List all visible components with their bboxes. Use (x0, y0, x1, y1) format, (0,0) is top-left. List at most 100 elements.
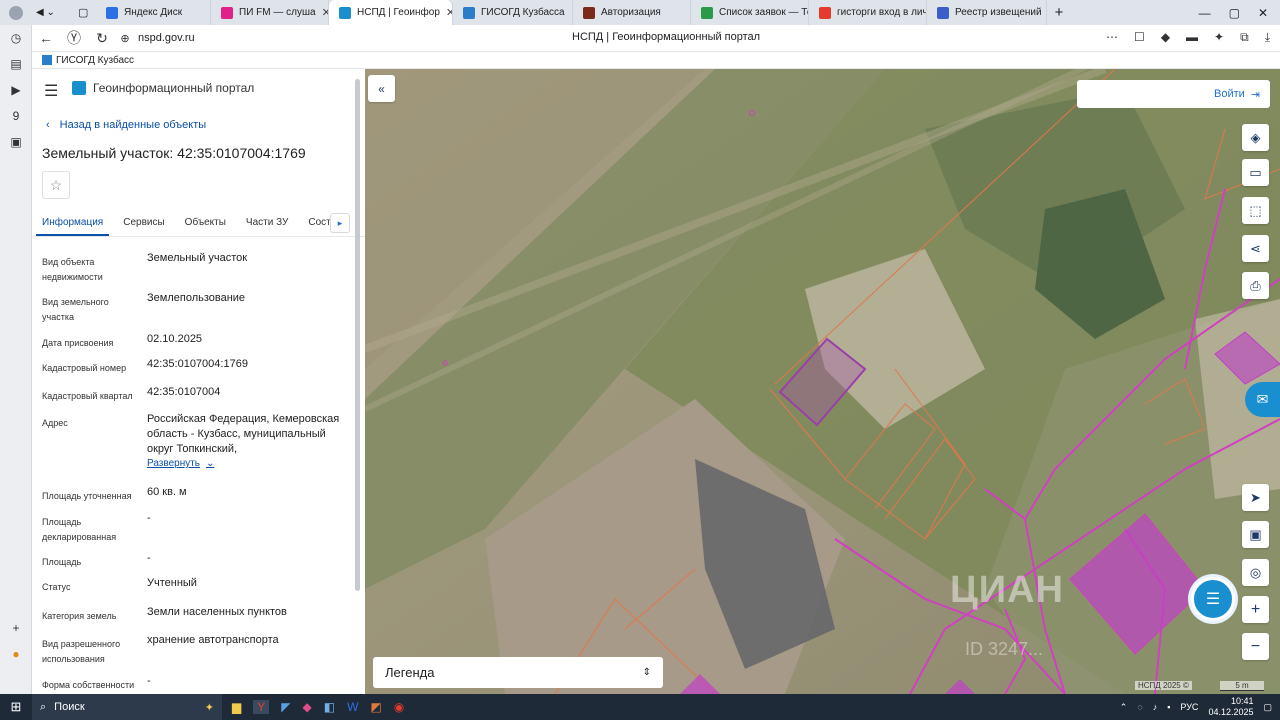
app-icon-5[interactable]: ◉ (394, 700, 404, 714)
attribute-label: Статус (42, 582, 71, 592)
reload-icon[interactable]: ↻ (88, 25, 116, 52)
url-field[interactable]: nspd.gov.ru (138, 32, 195, 44)
legend-dropdown[interactable]: Легенда ⇕ (373, 657, 663, 688)
map-scale: 5 m (1220, 681, 1264, 691)
tab-label: Список заявок — Тех (719, 7, 809, 18)
more-icon[interactable]: ⋯ (1106, 30, 1118, 45)
ruler-button[interactable]: ▭ (1242, 159, 1269, 186)
info-tabs: Информация Сервисы Объекты Части ЗУ Сост… (32, 209, 365, 237)
basemap-button[interactable]: ▣ (1242, 521, 1269, 548)
word-icon[interactable]: W (347, 700, 358, 714)
yandex-icon[interactable]: Ⓨ (60, 25, 88, 52)
media-icon[interactable]: ▶ (0, 77, 32, 103)
tab-favicon-icon (819, 6, 831, 19)
bookmark-item[interactable]: ГИСОГД Кузбасс (56, 55, 134, 66)
bookmark-icon[interactable]: ☐ (1134, 30, 1145, 45)
collapse-panel-button[interactable]: « (368, 75, 395, 102)
map-copyright: НСПД 2025 © (1135, 681, 1192, 690)
clock[interactable]: 10:41 04.12.2025 (1208, 696, 1253, 718)
app-icon-4[interactable]: ◩ (370, 700, 381, 714)
extension-icon[interactable]: ◆ (1161, 30, 1170, 45)
map-view[interactable]: ЦИАН ID 3247... « Войти ⇥ ◈ ▭ ⬚ ⋖ ⎙ ✉ ➤ … (365, 69, 1280, 694)
downloads-icon[interactable]: ⤓ (1265, 30, 1270, 45)
page-title: НСПД | Геоинформационный портал (572, 31, 761, 43)
notifications-icon[interactable]: ▢ (1263, 702, 1272, 713)
app-icon-3[interactable]: ◧ (324, 700, 335, 714)
back-link[interactable]: ‹ Назад в найденные объекты (46, 119, 206, 131)
tab-close-icon[interactable]: ✕ (322, 6, 328, 19)
geolocation-button[interactable]: ➤ (1242, 484, 1269, 511)
file-explorer-icon[interactable]: ▆ (232, 700, 241, 714)
attribute-value: - (147, 675, 151, 687)
taskbar-search[interactable]: ⌕ Поиск ✦ (32, 694, 222, 720)
yandex-browser-icon[interactable]: Y (253, 700, 270, 714)
tray-app-icon[interactable]: ▪ (1167, 702, 1170, 712)
tab-close-icon[interactable]: ✕ (446, 6, 452, 19)
wallet-icon[interactable]: ▣ (0, 129, 32, 155)
browser-tab[interactable]: Список заявок — Тех (691, 0, 809, 25)
tab-label: НСПД | Геоинфор (357, 7, 440, 18)
puzzle-icon[interactable]: ✦ (1214, 30, 1224, 45)
login-icon: ⇥ (1250, 88, 1260, 101)
window-minimize-icon[interactable]: — (1199, 6, 1211, 20)
zoom-out-button[interactable]: − (1242, 633, 1269, 660)
notes-icon[interactable]: ▤ (0, 51, 32, 77)
tab-label: гисторги вход в личн (837, 7, 927, 18)
tab-objects[interactable]: Объекты (175, 217, 236, 228)
portal-logo-icon (72, 81, 86, 95)
tab-favicon-icon (106, 6, 118, 19)
add-icon[interactable]: + (0, 615, 32, 641)
profile-avatar[interactable] (0, 0, 32, 25)
tray-chevron-icon[interactable]: ⌃ (1120, 702, 1128, 713)
tab-sidebar-icon[interactable]: ▢ (78, 6, 96, 19)
extension2-icon[interactable]: ▬ (1186, 30, 1198, 45)
browser-tab[interactable]: ГИСОГД Кузбасса (453, 0, 573, 25)
menu-icon[interactable]: ☰ (44, 81, 58, 101)
history-icon[interactable]: ◷ (0, 25, 32, 51)
attribute-value: 60 кв. м (147, 486, 187, 498)
zoom-in-button[interactable]: + (1242, 596, 1269, 623)
tab-favicon-icon (583, 6, 595, 19)
language-indicator[interactable]: РУС (1180, 702, 1198, 712)
browser-tab[interactable]: Авторизация (573, 0, 691, 25)
app9-icon[interactable]: 9 (0, 103, 32, 129)
tab-actions-icon[interactable]: ◀ ⌄ (32, 0, 78, 25)
app-icon-2[interactable]: ◆ (302, 700, 311, 714)
select-area-button[interactable]: ⬚ (1242, 197, 1269, 224)
print-button[interactable]: ⎙ (1242, 272, 1269, 299)
chat-support-tab[interactable]: ✉ (1245, 382, 1280, 417)
attribute-value: 42:35:0107004 (147, 386, 221, 398)
tabs-scroll-right-button[interactable]: ▸ (330, 213, 350, 233)
panel-scrollbar[interactable] (355, 79, 360, 591)
back-arrow-icon[interactable]: ← (32, 25, 60, 52)
attribute-label: Площадь декларированная (42, 517, 117, 542)
window-close-icon[interactable]: ✕ (1258, 6, 1268, 20)
favorite-star-button[interactable]: ☆ (42, 171, 70, 199)
windows-start-icon[interactable]: ⊞ (0, 699, 32, 715)
collections-icon[interactable]: ⧉ (1240, 30, 1249, 45)
browser-tab[interactable]: гисторги вход в личн (809, 0, 927, 25)
chat-bubble-button[interactable]: ☰ (1191, 577, 1235, 621)
app-bottom-icon[interactable]: ● (0, 641, 32, 667)
share-button[interactable]: ⋖ (1242, 235, 1269, 262)
tab-parts[interactable]: Части ЗУ (236, 217, 298, 228)
attribute-value: - (147, 552, 151, 564)
site-info-icon[interactable]: ⊕ (116, 25, 134, 52)
expand-address-link[interactable]: Развернуть ⌄ (147, 458, 214, 469)
os-taskbar: ⊞ ⌕ Поиск ✦ ▆ Y ◤ ◆ ◧ W ◩ ◉ ⌃ ◌ ♪ ▪ РУС … (0, 694, 1280, 720)
search-location-button[interactable]: ◎ (1242, 559, 1269, 586)
new-tab-button[interactable]: + (1047, 4, 1071, 21)
browser-tab[interactable]: Реестр извещений (927, 0, 1047, 25)
layers-button[interactable]: ◈ (1242, 124, 1269, 151)
browser-tab[interactable]: ПИ FM — слуша ✕ (211, 0, 329, 25)
login-button[interactable]: Войти ⇥ (1077, 80, 1270, 108)
app-icon-1[interactable]: ◤ (281, 700, 290, 714)
tab-services[interactable]: Сервисы (113, 217, 174, 228)
browser-tab[interactable]: НСПД | Геоинфор ✕ (329, 0, 453, 25)
browser-tab[interactable]: Яндекс Диск (96, 0, 211, 25)
tab-favicon-icon (339, 6, 351, 19)
network-icon[interactable]: ◌ (1137, 702, 1142, 712)
tab-information[interactable]: Информация (32, 217, 113, 236)
volume-icon[interactable]: ♪ (1153, 702, 1158, 712)
window-maximize-icon[interactable]: ▢ (1229, 6, 1240, 20)
